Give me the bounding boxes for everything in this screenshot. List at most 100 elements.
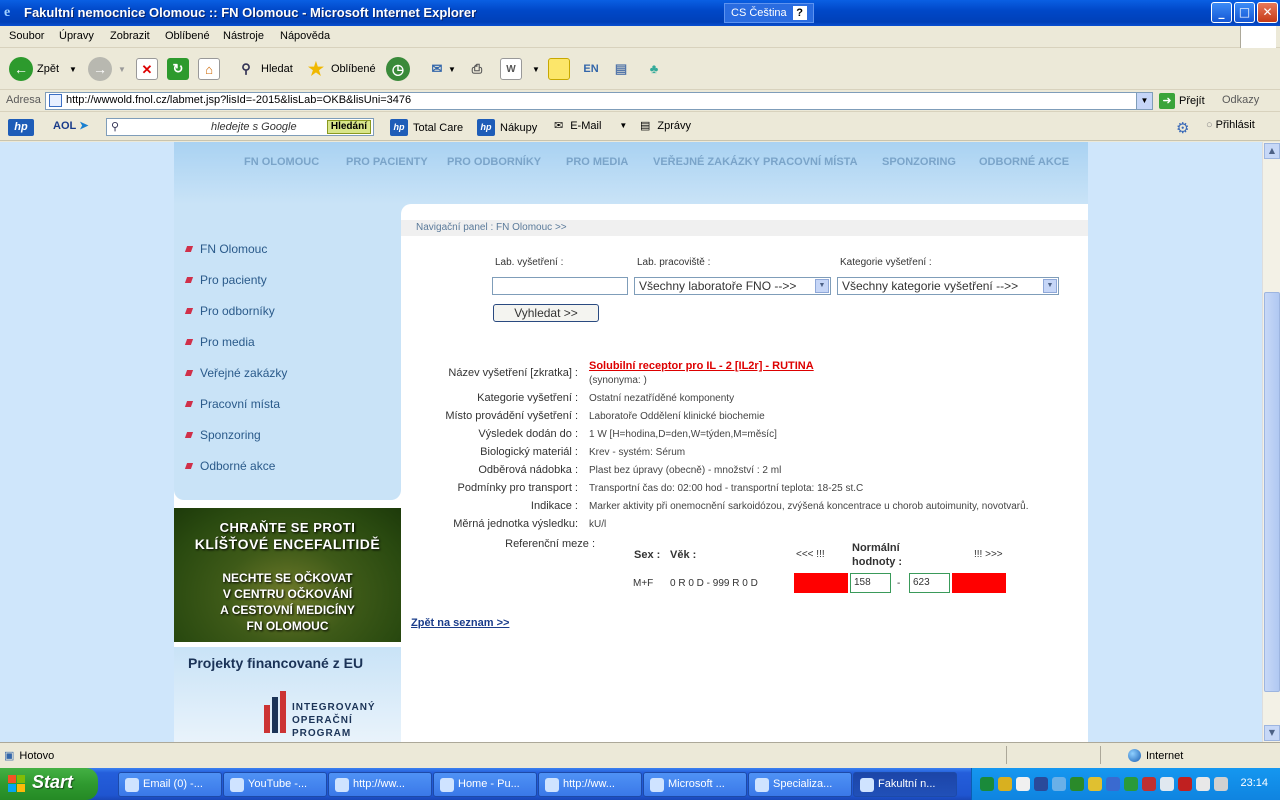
leftmenu-pracovni-mista[interactable]: Pracovní místa bbox=[200, 397, 280, 411]
tray-app-icon[interactable] bbox=[1142, 777, 1156, 791]
note-button[interactable] bbox=[548, 56, 570, 82]
stop-button[interactable]: ✕ bbox=[136, 56, 158, 82]
eu-projects-banner[interactable]: Projekty financované z EU INTEGROVANÝ OP… bbox=[174, 647, 401, 742]
category-label: Kategorie vyšetření : bbox=[840, 257, 932, 268]
chevron-down-icon[interactable]: ▼ bbox=[1136, 93, 1152, 109]
topnav-odborne-akce[interactable]: ODBORNÉ AKCE bbox=[979, 156, 1069, 168]
leftmenu-pro-odborniky[interactable]: Pro odborníky bbox=[200, 304, 275, 318]
email-link[interactable]: ✉ E-Mail ▼ bbox=[554, 119, 627, 133]
task-home[interactable]: Home - Pu... bbox=[433, 772, 537, 797]
back-to-list-link[interactable]: Zpět na seznam >> bbox=[411, 617, 509, 629]
breadcrumb[interactable]: Navigační panel : FN Olomouc >> bbox=[401, 220, 1088, 236]
back-button[interactable]: ← Zpět ▼ bbox=[9, 56, 77, 82]
search-submit-button[interactable]: Vyhledat >> bbox=[493, 304, 599, 322]
refresh-button[interactable]: ↻ bbox=[167, 56, 189, 82]
google-search-button[interactable]: Hledání bbox=[326, 120, 371, 134]
total-care-link[interactable]: hp Total Care bbox=[390, 119, 463, 136]
close-button[interactable]: ✕ bbox=[1257, 2, 1278, 23]
topnav-pro-pacienty[interactable]: PRO PACIENTY bbox=[346, 156, 428, 168]
lab-test-input[interactable] bbox=[492, 277, 628, 295]
leftmenu-verejne-zakazky[interactable]: Veřejné zakázky bbox=[200, 366, 287, 380]
task-youtube[interactable]: YouTube -... bbox=[223, 772, 327, 797]
menu-oblibene[interactable]: Oblíbené bbox=[165, 30, 210, 42]
mail-button[interactable]: ✉ ▼ bbox=[426, 56, 456, 82]
leftmenu-pro-pacienty[interactable]: Pro pacienty bbox=[200, 273, 267, 287]
tray-app-icon[interactable] bbox=[1106, 777, 1120, 791]
tray-volume-icon[interactable] bbox=[1214, 777, 1228, 791]
history-button[interactable]: ◷ bbox=[386, 56, 410, 82]
tray-network-icon[interactable] bbox=[980, 777, 994, 791]
topnav-pro-odborniky[interactable]: PRO ODBORNÍKY bbox=[447, 156, 541, 168]
search-button[interactable]: ⚲ Hledat bbox=[235, 56, 293, 82]
menu-nastroje[interactable]: Nástroje bbox=[223, 30, 264, 42]
windows-flag-icon bbox=[8, 775, 26, 793]
topnav-verejne-zakazky[interactable]: VEŘEJNÉ ZAKÁZKY bbox=[653, 156, 760, 168]
links-label[interactable]: Odkazy bbox=[1222, 94, 1259, 106]
tray-app-icon[interactable] bbox=[1016, 777, 1030, 791]
settings-button[interactable]: ⚙ bbox=[1176, 119, 1189, 137]
google-search-input[interactable]: ⚲ hledejte s Google Hledání bbox=[106, 118, 374, 136]
lab-dept-value: Všechny laboratoře FNO -->> bbox=[639, 279, 797, 293]
topnav-pracovni-mista[interactable]: PRACOVNÍ MÍSTA bbox=[763, 156, 858, 168]
forward-button[interactable]: → ▼ bbox=[88, 56, 126, 82]
menu-zobrazit[interactable]: Zobrazit bbox=[110, 30, 150, 42]
tray-app-icon[interactable] bbox=[1124, 777, 1138, 791]
leftmenu-fn-olomouc[interactable]: FN Olomouc bbox=[200, 242, 267, 256]
tray-app-icon[interactable] bbox=[1034, 777, 1048, 791]
leftmenu-odborne-akce[interactable]: Odborné akce bbox=[200, 459, 275, 473]
tray-app-icon[interactable] bbox=[1178, 777, 1192, 791]
chevron-down-icon[interactable]: ▼ bbox=[815, 279, 829, 293]
task-specializa[interactable]: Specializa... bbox=[748, 772, 852, 797]
test-name-link[interactable]: Solubilní receptor pro IL - 2 [IL2r] - R… bbox=[589, 360, 814, 372]
tray-shield-icon[interactable] bbox=[998, 777, 1012, 791]
leftmenu-pro-media[interactable]: Pro media bbox=[200, 335, 255, 349]
tray-app-icon[interactable] bbox=[1196, 777, 1210, 791]
minimize-button[interactable]: _ bbox=[1211, 2, 1232, 23]
messenger-button[interactable]: EN bbox=[580, 56, 602, 82]
task-http-1[interactable]: http://ww... bbox=[328, 772, 432, 797]
menu-soubor[interactable]: Soubor bbox=[9, 30, 44, 42]
topnav-fn-olomouc[interactable]: FN OLOMOUC bbox=[244, 156, 319, 168]
topnav-sponzoring[interactable]: SPONZORING bbox=[882, 156, 956, 168]
research-button[interactable]: ▤ bbox=[610, 56, 632, 82]
task-fakultni[interactable]: Fakultní n... bbox=[853, 772, 957, 797]
contacts-button[interactable]: ♣ bbox=[643, 56, 665, 82]
edit-button[interactable]: W ▼ bbox=[500, 56, 540, 82]
task-microsoft[interactable]: Microsoft ... bbox=[643, 772, 747, 797]
zpravy-link[interactable]: ▤ Zprávy bbox=[640, 119, 691, 133]
leftmenu-sponzoring[interactable]: Sponzoring bbox=[200, 428, 261, 442]
scroll-down-icon[interactable]: ▼ bbox=[1264, 725, 1280, 741]
start-button[interactable]: Start bbox=[0, 768, 98, 800]
web-page: FN OLOMOUC PRO PACIENTY PRO ODBORNÍKY PR… bbox=[174, 142, 1088, 742]
favorites-button[interactable]: ★ Oblíbené bbox=[305, 56, 376, 82]
login-button[interactable]: ○ Přihlásit bbox=[1206, 119, 1255, 131]
tray-app-icon[interactable] bbox=[1052, 777, 1066, 791]
unit-value: kU/l bbox=[589, 519, 607, 530]
lab-test-label: Lab. vyšetření : bbox=[495, 257, 564, 268]
scroll-up-icon[interactable]: ▲ bbox=[1264, 143, 1280, 159]
vaccination-banner[interactable]: CHRAŇTE SE PROTI KLÍŠŤOVÉ ENCEFALITIDĚ N… bbox=[174, 508, 401, 642]
print-button[interactable]: ⎙ bbox=[466, 56, 488, 82]
task-email[interactable]: Email (0) -... bbox=[118, 772, 222, 797]
chevron-down-icon[interactable]: ▼ bbox=[1043, 279, 1057, 293]
home-button[interactable]: ⌂ bbox=[198, 56, 220, 82]
tray-app-icon[interactable] bbox=[1070, 777, 1084, 791]
tray-app-icon[interactable] bbox=[1088, 777, 1102, 791]
scroll-thumb[interactable] bbox=[1264, 292, 1280, 692]
address-input[interactable]: http://wwwold.fnol.cz/labmet.jsp?lisId=-… bbox=[45, 92, 1153, 110]
nakupy-link[interactable]: hp Nákupy bbox=[477, 119, 537, 136]
lab-dept-select[interactable]: Všechny laboratoře FNO -->> ▼ bbox=[634, 277, 831, 295]
language-bar[interactable]: CS Čeština? bbox=[724, 3, 814, 23]
tray-app-icon[interactable] bbox=[1160, 777, 1174, 791]
vertical-scrollbar[interactable]: ▲ ▼ bbox=[1262, 142, 1280, 742]
aol-button[interactable]: AOL ➤ bbox=[53, 119, 88, 133]
hp-logo[interactable]: hp bbox=[8, 119, 34, 136]
menu-upravy[interactable]: Úpravy bbox=[59, 30, 94, 42]
help-icon[interactable]: ? bbox=[792, 6, 807, 20]
maximize-button[interactable]: □ bbox=[1234, 2, 1255, 23]
menu-napoveda[interactable]: Nápověda bbox=[280, 30, 330, 42]
go-button[interactable]: ➜ Přejít bbox=[1159, 93, 1205, 109]
category-select[interactable]: Všechny kategorie vyšetření -->> ▼ bbox=[837, 277, 1059, 295]
task-http-2[interactable]: http://ww... bbox=[538, 772, 642, 797]
topnav-pro-media[interactable]: PRO MEDIA bbox=[566, 156, 628, 168]
